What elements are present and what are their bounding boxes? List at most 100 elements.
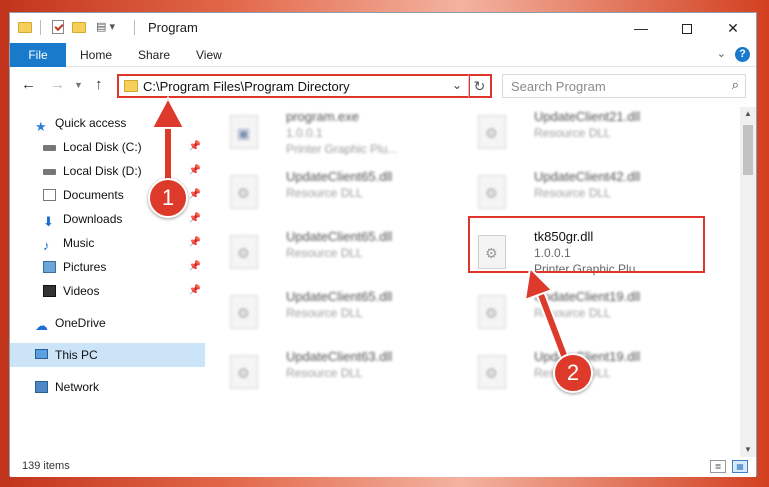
file-type: Resource DLL [286,366,363,380]
sidebar-item-pictures[interactable]: Pictures 📌 [10,255,205,279]
network-icon [35,381,48,393]
file-item[interactable]: UpdateClient65.dll Resource DLL [206,287,446,341]
dll-icon [230,295,258,329]
vertical-scrollbar[interactable]: ▲ ▼ [740,107,756,457]
tab-share[interactable]: Share [138,43,170,67]
sidebar-item-label: Music [63,236,95,250]
close-button[interactable]: ✕ [710,13,756,43]
sidebar-item-network[interactable]: Network [10,375,205,399]
expand-ribbon-icon[interactable]: ⌄ [717,47,726,60]
sidebar-item-videos[interactable]: Videos 📌 [10,279,205,303]
file-name: UpdateClient21.dll [534,109,641,124]
up-button[interactable]: ↑ [95,76,103,93]
details-view-icon[interactable]: ≣ [710,460,726,473]
pin-icon[interactable]: 📌 [189,231,201,255]
minimize-button[interactable]: — [618,13,664,43]
documents-icon [43,189,56,201]
file-item[interactable]: UpdateClient21.dll Resource DLL [454,107,694,161]
maximize-button[interactable] [664,13,710,43]
sidebar-item-local-disk-c[interactable]: Local Disk (C:) 📌 [10,135,205,159]
pictures-icon [43,261,56,273]
file-item[interactable]: program.exe 1.0.0.1 Printer Graphic Plu.… [206,107,446,161]
pin-icon[interactable]: 📌 [189,207,201,231]
file-name: program.exe [286,109,359,124]
maximize-icon [682,24,692,35]
sidebar-item-onedrive[interactable]: ☁ OneDrive [10,311,205,335]
file-type: Resource DLL [534,306,611,320]
download-icon: ⬇ [43,214,54,229]
folder-icon[interactable] [18,19,34,35]
exe-icon [230,115,258,149]
toolbar-separator [134,20,135,35]
forward-button[interactable]: → [50,76,65,93]
dll-icon [230,355,258,389]
sidebar-item-label: Quick access [55,116,127,130]
file-type: Resource DLL [534,186,611,200]
dll-icon [478,295,506,329]
sidebar-item-label: Pictures [63,260,107,274]
sidebar-item-music[interactable]: ♪ Music 📌 [10,231,205,255]
sidebar-item-this-pc[interactable]: This PC [10,343,205,367]
pin-icon[interactable]: 📌 [189,135,201,159]
properties-icon[interactable] [50,19,66,35]
dll-icon [230,235,258,269]
sidebar-item-label: Local Disk (C:) [63,140,142,154]
refresh-button[interactable]: ↻ [468,74,492,98]
scroll-up-icon[interactable]: ▲ [740,107,756,121]
pin-icon[interactable]: 📌 [189,255,201,279]
tiles-view-icon[interactable]: ▦ [732,460,748,473]
file-list: program.exe 1.0.0.1 Printer Graphic Plu.… [206,107,738,457]
file-item[interactable]: UpdateClient65.dll Resource DLL [206,227,446,281]
dll-icon [478,175,506,209]
file-item[interactable]: UpdateClient63.dll Resource DLL [206,347,446,401]
customize-toolbar-icon[interactable]: ▤ ▾ [96,19,124,35]
tab-home[interactable]: Home [80,43,112,67]
file-type: Resource DLL [534,126,611,140]
back-button[interactable]: ← [21,76,36,93]
sidebar-item-label: Videos [63,284,100,298]
search-input[interactable] [511,76,711,96]
new-folder-icon[interactable] [72,19,88,35]
pin-icon[interactable]: 📌 [189,159,201,183]
file-version: 1.0.0.1 [286,126,323,140]
file-item[interactable]: UpdateClient65.dll Resource DLL [206,167,446,221]
navigation-bar: ← → ▼ ↑ C:\Program Files\Program Directo… [10,67,756,103]
computer-icon [35,349,48,359]
drive-icon [43,145,56,151]
star-icon: ★ [35,119,47,134]
help-icon[interactable]: ? [735,47,750,62]
file-item[interactable]: UpdateClient42.dll Resource DLL [454,167,694,221]
tab-view[interactable]: View [196,43,222,67]
window-title: Program [148,20,198,35]
file-name: UpdateClient63.dll [286,349,393,364]
address-bar[interactable]: C:\Program Files\Program Directory ⌄ [117,74,470,98]
file-name: UpdateClient42.dll [534,169,641,184]
file-type: Resource DLL [286,186,363,200]
navigation-pane: ★ Quick access Local Disk (C:) 📌 Local D… [10,107,205,457]
dll-icon [230,175,258,209]
cloud-icon: ☁ [35,318,48,333]
recent-locations-icon[interactable]: ▼ [74,80,83,90]
scroll-thumb[interactable] [743,125,753,175]
address-dropdown-icon[interactable]: ⌄ [452,78,462,92]
sidebar-item-label: Documents [63,188,124,202]
toolbar-separator [40,20,41,35]
file-name: UpdateClient65.dll [286,169,393,184]
pin-icon[interactable]: 📌 [189,279,201,303]
file-item[interactable]: UpdateClient19.dll Resource DLL [454,287,694,341]
search-icon[interactable]: ⌕ [732,77,739,93]
callout-badge-2: 2 [553,353,593,393]
search-box[interactable]: ⌕ [502,74,746,98]
pin-icon[interactable]: 📌 [189,183,201,207]
address-path[interactable]: C:\Program Files\Program Directory [143,79,350,94]
sidebar-item-quick-access[interactable]: ★ Quick access [10,111,205,135]
file-type: Resource DLL [286,246,363,260]
file-name: UpdateClient65.dll [286,229,393,244]
drive-icon [43,169,56,175]
status-bar: 139 items ≣ ▦ [10,457,756,477]
file-name: UpdateClient19.dll [534,289,641,304]
music-icon: ♪ [43,238,50,253]
videos-icon [43,285,56,297]
dll-icon [478,115,506,149]
scroll-down-icon[interactable]: ▼ [740,443,756,457]
